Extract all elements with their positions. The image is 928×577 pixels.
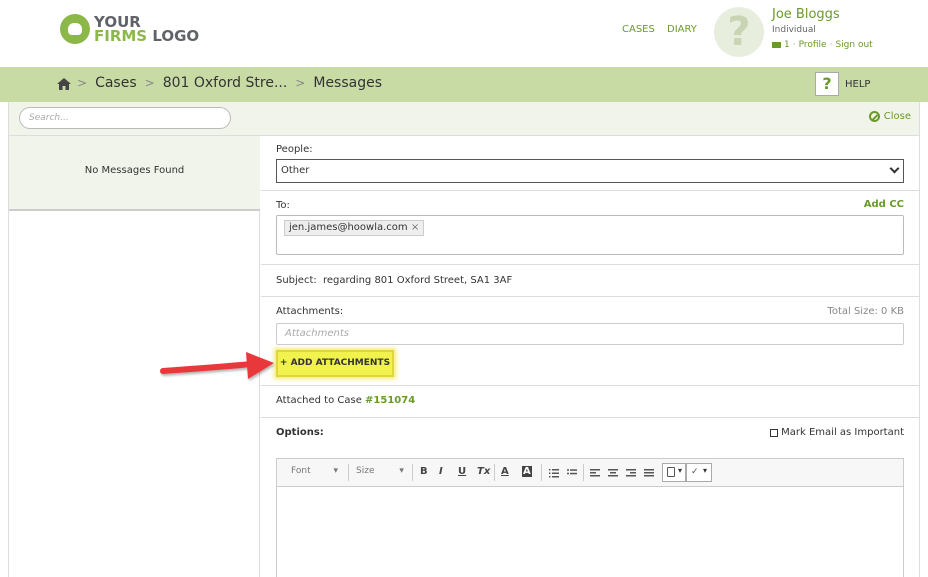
spellcheck-button[interactable]: ✓ ▾ — [686, 463, 712, 482]
message-count[interactable]: 1 — [784, 40, 790, 50]
to-field[interactable]: jen.james@hoowla.com × — [276, 215, 904, 255]
breadcrumb-cases[interactable]: Cases — [95, 75, 137, 91]
home-icon[interactable] — [57, 78, 71, 90]
numbered-list-icon[interactable] — [549, 468, 559, 478]
attachments-section: Attachments: Total Size: 0 KB Attachment… — [261, 297, 920, 386]
bullet-list-icon[interactable] — [567, 468, 577, 478]
align-left-icon[interactable] — [590, 468, 600, 478]
user-links: 1 · Profile · Sign out — [772, 40, 873, 50]
attachments-label: Attachments: — [276, 306, 344, 317]
toolbar-divider — [583, 464, 584, 481]
rich-text-editor[interactable]: Font ▾ Size ▾ B I U Tx A A ▾ ✓ ▾ — [276, 458, 904, 577]
total-size: Total Size: 0 KB — [827, 306, 904, 317]
breadcrumb-case[interactable]: 801 Oxford Stre... — [163, 75, 288, 91]
recipient-email: jen.james@hoowla.com — [289, 222, 408, 233]
logo-dog-icon — [60, 14, 90, 44]
bg-color-button[interactable]: A — [522, 466, 532, 477]
underline-button[interactable]: U — [458, 466, 466, 477]
annotation-arrow-icon — [160, 352, 274, 379]
options-section: Options: Mark Email as Important — [261, 418, 920, 449]
clear-format-button[interactable]: Tx — [477, 466, 490, 477]
editor-toolbar: Font ▾ Size ▾ B I U Tx A A ▾ ✓ ▾ — [277, 459, 903, 487]
search-row: Search... Close — [8, 102, 920, 136]
subject-value[interactable]: regarding 801 Oxford Street, SA1 3AF — [323, 275, 512, 286]
remove-tag-icon[interactable]: × — [411, 222, 419, 233]
breadcrumb-separator: > — [144, 76, 155, 90]
breadcrumb-bar: > Cases > 801 Oxford Stre... > Messages … — [0, 67, 928, 102]
toolbar-divider — [348, 464, 349, 481]
signout-link[interactable]: Sign out — [835, 40, 872, 50]
attached-case-section: Attached to Case #151074 — [261, 386, 920, 418]
breadcrumb-messages: Messages — [313, 75, 383, 91]
justify-icon[interactable] — [644, 468, 654, 478]
profile-link[interactable]: Profile — [799, 40, 827, 50]
close-label: Close — [883, 111, 911, 122]
options-label: Options: — [276, 427, 324, 438]
chevron-down-icon — [889, 163, 900, 174]
size-dropdown[interactable]: Size ▾ — [356, 466, 412, 476]
close-button[interactable]: Close — [868, 111, 911, 122]
font-label: Font — [291, 466, 311, 476]
envelope-icon[interactable] — [772, 42, 781, 48]
size-label: Size — [356, 466, 375, 476]
top-header: YOUR FIRMS LOGO CASES DIARY ? Joe Bloggs… — [0, 0, 928, 67]
logo-line2-grey: LOGO — [147, 27, 200, 45]
attached-prefix: Attached to Case — [276, 395, 366, 406]
align-center-icon[interactable] — [608, 468, 618, 478]
help-label[interactable]: HELP — [845, 79, 870, 90]
firm-logo[interactable]: YOUR FIRMS LOGO — [60, 14, 199, 44]
people-label: People: — [276, 144, 313, 155]
important-label: Mark Email as Important — [781, 427, 904, 438]
recipient-tag[interactable]: jen.james@hoowla.com × — [284, 220, 425, 236]
breadcrumb-separator: > — [295, 76, 306, 90]
breadcrumb: > Cases > 801 Oxford Stre... > Messages — [77, 75, 382, 91]
toolbar-divider — [412, 464, 413, 481]
add-cc-link[interactable]: Add CC — [864, 199, 904, 210]
toolbar-divider — [541, 464, 542, 481]
people-select[interactable]: Other — [276, 159, 904, 183]
bold-button[interactable]: B — [420, 466, 428, 477]
ban-icon — [868, 111, 880, 122]
nav-diary[interactable]: DIARY — [667, 24, 697, 35]
separator: · — [792, 40, 796, 50]
user-role: Individual — [772, 25, 816, 35]
help-icon[interactable]: ? — [815, 72, 839, 96]
font-dropdown[interactable]: Font ▾ — [291, 466, 347, 476]
to-label: To: — [276, 200, 290, 211]
people-section: People: Other — [261, 136, 920, 191]
subject-label: Subject: — [276, 275, 317, 286]
nav-cases[interactable]: CASES — [622, 24, 655, 35]
source-button[interactable]: ▾ — [662, 463, 686, 482]
compose-form: People: Other To: Add CC jen.james@hoowl… — [261, 136, 920, 577]
no-messages-text: No Messages Found — [9, 136, 260, 211]
mark-important-checkbox[interactable]: Mark Email as Important — [770, 427, 904, 438]
separator: · — [829, 40, 833, 50]
toolbar-divider — [494, 464, 495, 481]
subject-section: Subject: regarding 801 Oxford Street, SA… — [261, 265, 920, 297]
breadcrumb-separator: > — [77, 76, 88, 90]
attachments-input[interactable]: Attachments — [276, 323, 904, 345]
align-right-icon[interactable] — [626, 468, 636, 478]
logo-line2-green: FIRMS — [94, 27, 148, 45]
user-name[interactable]: Joe Bloggs — [772, 7, 840, 22]
case-number-link[interactable]: #151074 — [365, 395, 415, 406]
to-section: To: Add CC jen.james@hoowla.com × — [261, 191, 920, 265]
italic-button[interactable]: I — [439, 466, 443, 477]
add-attachments-button[interactable]: + ADD ATTACHMENTS — [276, 350, 394, 377]
text-color-button[interactable]: A — [501, 466, 509, 477]
search-input[interactable]: Search... — [19, 107, 231, 129]
people-value: Other — [281, 165, 310, 176]
checkbox-icon[interactable] — [770, 428, 779, 437]
avatar[interactable]: ? — [714, 7, 764, 57]
attached-to-case: Attached to Case #151074 — [276, 395, 415, 406]
